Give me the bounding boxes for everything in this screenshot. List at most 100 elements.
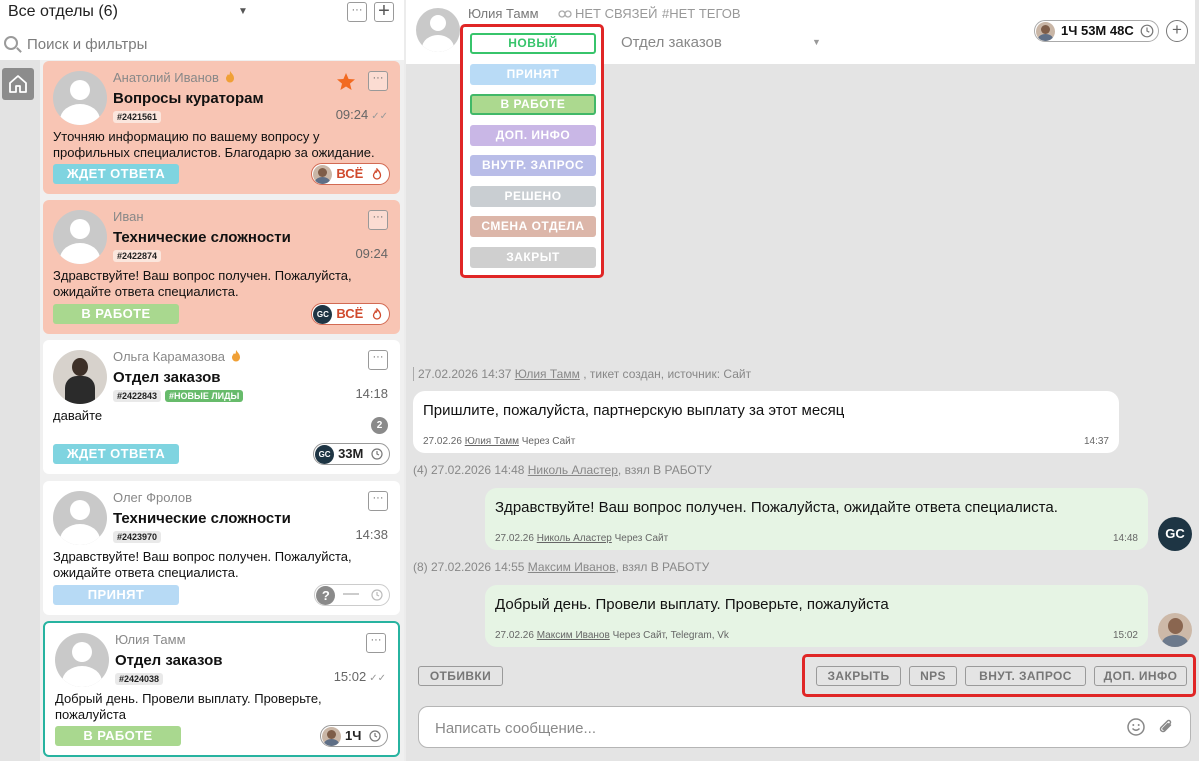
status-option-in-progress[interactable]: В РАБОТЕ — [470, 94, 596, 115]
status-option-new[interactable]: НОВЫЙ — [470, 33, 596, 54]
client-tags[interactable]: #НЕТ ТЕГОВ — [662, 6, 741, 21]
message-bubble-outgoing: Добрый день. Провели выплату. Проверьте,… — [485, 585, 1148, 647]
assignee-avatar — [322, 727, 341, 746]
user-link[interactable]: Николь Аластер — [537, 533, 612, 544]
emoji-icon[interactable] — [1126, 717, 1146, 737]
assignee-label: 33М — [338, 446, 364, 461]
avatar — [53, 71, 107, 125]
close-ticket-button[interactable]: ЗАКРЫТЬ — [816, 666, 901, 686]
ticket-subject: Технические сложности — [113, 229, 291, 246]
ticket-subject: Вопросы кураторам — [113, 90, 264, 107]
message-composer — [418, 706, 1191, 748]
ticket-sender: Анатолий Иванов — [113, 70, 237, 85]
ticket-status-badge[interactable]: В РАБОТЕ — [55, 726, 181, 746]
user-link[interactable]: Юлия Тамм — [515, 367, 580, 381]
status-option-change-department[interactable]: СМЕНА ОТДЕЛА — [470, 216, 596, 237]
user-link[interactable]: Максим Иванов — [528, 560, 616, 574]
ticket-card[interactable]: Ольга Карамазова Отдел заказов #2422843 … — [43, 340, 400, 474]
ticket-more-button[interactable]: ··· — [368, 350, 388, 370]
clock-icon — [371, 448, 383, 460]
ticket-id: #2422874 — [113, 250, 162, 262]
ticket-time: 15:02 ✓✓ — [333, 669, 386, 684]
department-selector[interactable]: Все отделы (6) — [8, 3, 118, 21]
assignee-pill[interactable]: GC ВСЁ — [311, 303, 390, 325]
assignee-pill[interactable]: ? — [314, 584, 390, 606]
ticket-more-button[interactable]: ··· — [368, 71, 388, 91]
empty-timer-line — [343, 593, 360, 595]
user-link[interactable]: Юлия Тамм — [465, 436, 519, 447]
ticket-preview: Уточняю информацию по вашему вопросу у п… — [53, 129, 375, 160]
ticket-sender: Ольга Карамазова — [113, 349, 243, 364]
ticket-card[interactable]: Анатолий Иванов Вопросы кураторам #24215… — [43, 61, 400, 194]
ticket-tag[interactable]: #НОВЫЕ ЛИДЫ — [165, 390, 244, 402]
link-icon — [558, 10, 572, 18]
ticket-time: 14:18 — [355, 386, 388, 401]
status-option-closed[interactable]: ЗАКРЫТ — [470, 247, 596, 268]
message-time: 15:02 — [1112, 630, 1138, 641]
message-text: Здравствуйте! Ваш вопрос получен. Пожалу… — [495, 499, 1058, 516]
client-name[interactable]: Юлия Тамм — [468, 6, 539, 21]
assignee-avatar — [1036, 22, 1055, 41]
message-text: Пришлите, пожалуйста, партнерскую выплат… — [423, 402, 845, 419]
templates-button[interactable]: ОТБИВКИ — [418, 666, 503, 686]
assignee-pill[interactable]: 1Ч — [320, 725, 388, 747]
agent-avatar[interactable] — [1158, 613, 1192, 647]
user-link[interactable]: Николь Аластер — [528, 463, 618, 477]
clock-icon — [371, 589, 383, 601]
user-link[interactable]: Максим Иванов — [537, 630, 610, 641]
ticket-card[interactable]: Олег Фролов Технические сложности #24239… — [43, 481, 400, 615]
timer-value: 1Ч 53М 48С — [1061, 23, 1134, 38]
fire-icon — [225, 71, 234, 83]
unassigned-icon: ? — [316, 586, 336, 605]
read-check-icon: ✓✓ — [371, 111, 388, 122]
home-button[interactable] — [2, 68, 34, 100]
status-option-extra-info[interactable]: ДОП. ИНФО — [470, 125, 596, 146]
ticket-status-badge[interactable]: ЖДЕТ ОТВЕТА — [53, 444, 179, 464]
message-text: Добрый день. Провели выплату. Проверьте,… — [495, 596, 889, 613]
assignee-label: ВСЁ — [336, 306, 364, 321]
assignee-pill[interactable]: ВСЁ — [311, 163, 390, 185]
ticket-card[interactable]: Иван Технические сложности #2422874 ··· … — [43, 200, 400, 334]
ticket-card-selected[interactable]: Юлия Тамм Отдел заказов #2424038 ··· 15:… — [43, 621, 400, 757]
department-header: Все отделы (6) ▼ ··· + — [0, 0, 404, 28]
ticket-time: 09:24 ✓✓ — [335, 107, 388, 122]
ticket-time: 14:38 — [355, 527, 388, 542]
chevron-down-icon[interactable]: ▼ — [238, 6, 248, 17]
search-input[interactable] — [27, 33, 387, 55]
ticket-id: #2422843 — [113, 390, 162, 402]
avatar[interactable] — [416, 8, 460, 52]
avatar — [53, 350, 107, 404]
status-option-accepted[interactable]: ПРИНЯТ — [470, 64, 596, 85]
add-ticket-button[interactable]: + — [374, 1, 394, 22]
agent-avatar[interactable]: GC — [1158, 517, 1192, 551]
add-participant-button[interactable]: + — [1166, 20, 1188, 42]
assignee-avatar: GC — [313, 305, 333, 324]
fire-icon — [372, 168, 382, 180]
ticket-more-button[interactable]: ··· — [366, 633, 386, 653]
star-icon[interactable] — [336, 72, 356, 92]
ticket-status-badge[interactable]: В РАБОТЕ — [53, 304, 179, 324]
unread-count-badge: 2 — [371, 417, 388, 434]
ticket-timer[interactable]: 1Ч 53М 48С — [1034, 20, 1159, 42]
assignee-pill[interactable]: GC 33М — [313, 443, 390, 465]
status-option-internal-request[interactable]: ВНУТР. ЗАПРОС — [470, 155, 596, 176]
status-option-solved[interactable]: РЕШЕНО — [470, 186, 596, 207]
message-bubble-outgoing: Здравствуйте! Ваш вопрос получен. Пожалу… — [485, 488, 1148, 550]
ticket-more-button[interactable]: ··· — [368, 210, 388, 230]
nps-button[interactable]: NPS — [909, 666, 957, 686]
ticket-status-badge[interactable]: ПРИНЯТ — [53, 585, 179, 605]
department-select[interactable]: Отдел заказов — [621, 34, 722, 51]
extra-info-button[interactable]: ДОП. ИНФО — [1094, 666, 1187, 686]
attachment-icon[interactable] — [1156, 717, 1176, 737]
message-input[interactable] — [435, 717, 1115, 739]
ticket-subject: Технические сложности — [113, 510, 291, 527]
chevron-down-icon[interactable]: ▼ — [812, 37, 821, 47]
assignee-label: 1Ч — [345, 728, 362, 743]
sidebar-more-button[interactable]: ··· — [347, 2, 367, 22]
clock-icon — [369, 730, 381, 742]
ticket-status-badge[interactable]: ЖДЕТ ОТВЕТА — [53, 164, 179, 184]
ticket-preview: Добрый день. Провели выплату. Проверьте,… — [55, 691, 322, 722]
ticket-more-button[interactable]: ··· — [368, 491, 388, 511]
internal-request-button[interactable]: ВНУТ. ЗАПРОС — [965, 666, 1086, 686]
client-links[interactable]: НЕТ СВЯЗЕЙ — [558, 6, 658, 21]
